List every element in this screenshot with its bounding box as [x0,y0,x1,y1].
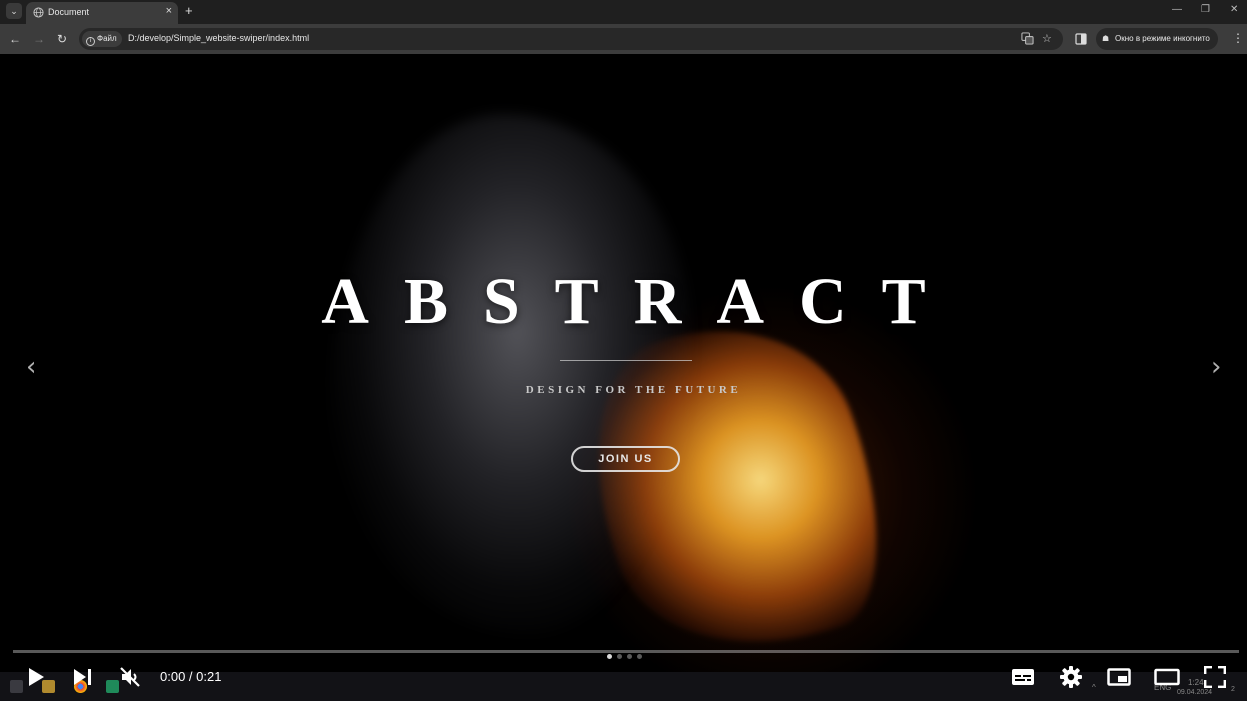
info-icon: i [86,37,95,46]
restore-button[interactable]: ❐ [1201,4,1210,15]
screen: ⌄ Document × + — ❐ ✕ ← → ↻ i Файл D:/deve… [0,0,1247,701]
close-window-button[interactable]: ✕ [1230,4,1238,15]
site-info-label: Файл [97,34,117,43]
site-info-chip[interactable]: i Файл [82,31,122,47]
video-progress-bar[interactable] [13,650,1239,653]
forward-button[interactable]: → [31,31,47,47]
browser-tab-strip: ⌄ Document × + — ❐ ✕ [0,0,1247,24]
minimize-button[interactable]: — [1172,4,1182,15]
miniplayer-icon[interactable] [1107,668,1131,686]
reload-button[interactable]: ↻ [54,31,70,47]
pagination-dot[interactable] [627,654,632,659]
pagination-dot[interactable] [617,654,622,659]
browser-tab[interactable]: Document × [26,2,178,24]
pagination-dot[interactable] [637,654,642,659]
video-time-display: 0:00 / 0:21 [160,669,222,684]
settings-icon[interactable] [1060,666,1082,688]
tab-search-button[interactable]: ⌄ [6,3,22,19]
mute-icon[interactable] [119,666,141,688]
play-icon[interactable] [26,667,46,687]
star-icon[interactable]: ☆ [1042,32,1052,45]
next-icon[interactable] [73,668,92,686]
incognito-label: Окно в режиме инкогнито [1115,34,1210,43]
next-slide-arrow[interactable]: › [1211,352,1221,382]
join-us-button[interactable]: JOIN US [571,446,680,472]
tab-close-icon[interactable]: × [166,5,172,17]
incognito-icon: ☗ [1102,34,1110,43]
fullscreen-icon[interactable] [1204,666,1226,688]
page-viewport: ABSTRACT DESIGN FOR THE FUTURE JOIN US ‹… [0,54,1247,701]
browser-toolbar: ← → ↻ i Файл D:/develop/Simple_website-sw… [0,24,1247,54]
browser-menu-button[interactable]: ⋮ [1232,31,1244,45]
notification-count[interactable]: 2 [1231,686,1235,693]
hero-title: ABSTRACT [321,265,961,338]
tray-date[interactable]: 09.04.2024 [1177,689,1212,696]
side-panel-icon[interactable] [1075,33,1087,45]
new-tab-button[interactable]: + [185,3,193,18]
windows-start-icon[interactable] [10,680,23,693]
prev-slide-arrow[interactable]: ‹ [26,352,36,382]
translate-icon[interactable] [1021,32,1034,45]
title-divider [560,360,692,361]
app-icon[interactable] [106,680,119,693]
tray-time[interactable]: 1:24 [1188,678,1204,687]
hero-subtitle: DESIGN FOR THE FUTURE [525,384,742,396]
address-bar[interactable]: i Файл D:/develop/Simple_website-swiper/i… [79,28,1063,50]
tab-title: Document [48,7,90,17]
globe-icon [33,7,44,18]
incognito-indicator[interactable]: ☗ Окно в режиме инкогнито [1096,28,1218,50]
url-text[interactable]: D:/develop/Simple_website-swiper/index.h… [128,33,309,43]
subtitles-icon[interactable] [1011,668,1035,686]
tray-chevron-icon[interactable]: ^ [1092,683,1096,692]
theater-icon[interactable] [1154,668,1180,686]
back-button[interactable]: ← [7,31,23,47]
pagination-dot[interactable] [607,654,612,659]
